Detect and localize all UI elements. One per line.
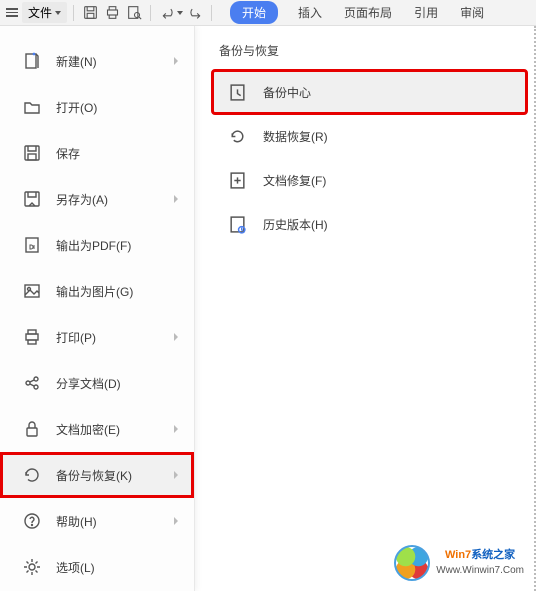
menu-label: 输出为PDF(F) <box>56 237 178 254</box>
watermark-url: Www.Winwin7.Com <box>436 564 524 578</box>
watermark-logo-icon <box>394 545 430 581</box>
file-menu-button[interactable]: 文件 <box>22 2 67 23</box>
sub-item-doc-repair[interactable]: 文档修复(F) <box>213 159 526 201</box>
menu-label: 输出为图片(G) <box>56 283 178 300</box>
repair-icon <box>227 170 247 190</box>
separator <box>73 5 74 21</box>
separator <box>150 5 151 21</box>
menu-item-save[interactable]: 保存 <box>0 130 194 176</box>
menu-label: 打开(O) <box>56 99 178 116</box>
sub-item-data-recovery[interactable]: 数据恢复(R) <box>213 115 526 157</box>
menu-label: 文档加密(E) <box>56 421 174 438</box>
menu-item-encrypt[interactable]: 文档加密(E) <box>0 406 194 452</box>
gear-icon <box>22 557 42 577</box>
submenu-title: 备份与恢复 <box>213 42 526 59</box>
menu-label: 分享文档(D) <box>56 375 178 392</box>
file-label: 文件 <box>28 4 52 21</box>
watermark: Win7系统之家 Www.Winwin7.Com <box>394 545 524 581</box>
lock-icon <box>22 419 42 439</box>
chevron-down-icon <box>55 11 61 15</box>
pdf-icon <box>22 235 42 255</box>
chevron-down-icon[interactable] <box>177 11 183 15</box>
help-icon <box>22 511 42 531</box>
sub-item-label: 历史版本(H) <box>263 216 328 233</box>
chevron-right-icon <box>174 57 178 65</box>
menu-item-backup-restore[interactable]: 备份与恢复(K) <box>0 452 194 498</box>
separator <box>211 5 212 21</box>
chevron-right-icon <box>174 195 178 203</box>
save-icon[interactable] <box>80 3 100 23</box>
menu-item-save-as[interactable]: 另存为(A) <box>0 176 194 222</box>
save-as-icon <box>22 189 42 209</box>
menu-item-options[interactable]: 选项(L) <box>0 544 194 590</box>
file-menu: 新建(N) 打开(O) 保存 另存为(A) 输出为P <box>0 26 195 591</box>
menu-label: 选项(L) <box>56 559 178 576</box>
tab-insert[interactable]: 插入 <box>296 0 324 25</box>
new-icon <box>22 51 42 71</box>
chevron-right-icon <box>174 333 178 341</box>
restore-icon <box>22 465 42 485</box>
print-icon <box>22 327 42 347</box>
recovery-icon <box>227 126 247 146</box>
preview-icon[interactable] <box>124 3 144 23</box>
save-icon <box>22 143 42 163</box>
chevron-right-icon <box>174 471 178 479</box>
menu-item-export-image[interactable]: 输出为图片(G) <box>0 268 194 314</box>
watermark-brand-b: 系统之家 <box>471 549 515 561</box>
sub-item-label: 备份中心 <box>263 84 311 101</box>
chevron-right-icon <box>174 517 178 525</box>
tab-review[interactable]: 审阅 <box>458 0 486 25</box>
menu-label: 打印(P) <box>56 329 174 346</box>
content-area: 新建(N) 打开(O) 保存 另存为(A) 输出为P <box>0 26 536 591</box>
menu-label: 备份与恢复(K) <box>56 467 174 484</box>
sub-item-history[interactable]: 历史版本(H) <box>213 203 526 245</box>
tab-references[interactable]: 引用 <box>412 0 440 25</box>
tab-page-layout[interactable]: 页面布局 <box>342 0 394 25</box>
menu-label: 新建(N) <box>56 53 174 70</box>
top-toolbar: 文件 开始 插入 页面布局 引用 审阅 <box>0 0 536 26</box>
chevron-right-icon <box>174 425 178 433</box>
menu-label: 保存 <box>56 145 178 162</box>
sub-item-label: 数据恢复(R) <box>263 128 328 145</box>
menu-icon[interactable] <box>4 5 20 21</box>
sub-item-backup-center[interactable]: 备份中心 <box>213 71 526 113</box>
watermark-brand-a: Win7 <box>445 549 471 561</box>
menu-item-share[interactable]: 分享文档(D) <box>0 360 194 406</box>
menu-item-open[interactable]: 打开(O) <box>0 84 194 130</box>
folder-icon <box>22 97 42 117</box>
history-icon <box>227 214 247 234</box>
undo-icon[interactable] <box>157 3 177 23</box>
backup-center-icon <box>227 82 247 102</box>
tab-start[interactable]: 开始 <box>230 1 278 24</box>
menu-label: 帮助(H) <box>56 513 174 530</box>
ribbon-tabs: 开始 插入 页面布局 引用 审阅 <box>230 0 486 25</box>
menu-item-new[interactable]: 新建(N) <box>0 38 194 84</box>
menu-item-help[interactable]: 帮助(H) <box>0 498 194 544</box>
print-icon[interactable] <box>102 3 122 23</box>
menu-label: 另存为(A) <box>56 191 174 208</box>
menu-item-print[interactable]: 打印(P) <box>0 314 194 360</box>
share-icon <box>22 373 42 393</box>
image-icon <box>22 281 42 301</box>
menu-item-export-pdf[interactable]: 输出为PDF(F) <box>0 222 194 268</box>
redo-icon[interactable] <box>185 3 205 23</box>
sub-item-label: 文档修复(F) <box>263 172 326 189</box>
submenu-panel: 备份与恢复 备份中心 数据恢复(R) 文档修复(F) 历史版本(H) <box>195 26 536 591</box>
